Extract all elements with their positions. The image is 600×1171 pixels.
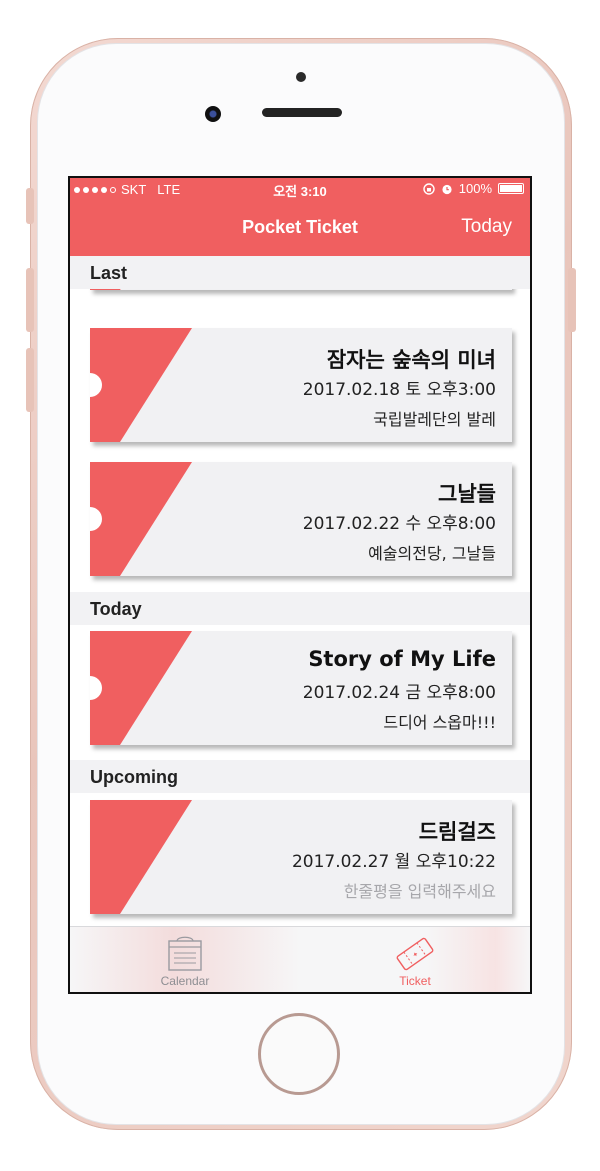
power-button [568,268,576,332]
volume-down-button [26,348,34,412]
ticket-card[interactable]: 그날들 2017.02.22 수 오후8:00 예술의전당, 그날들 [90,462,512,576]
navigation-bar: Pocket Ticket Today [70,200,530,256]
tab-bar: Calendar ✦ Ticket [70,926,530,992]
battery-icon [498,183,524,194]
section-header-last: Last [70,256,530,289]
ticket-note-input[interactable]: 한줄평을 입력해주세요 [344,878,496,902]
today-button[interactable]: Today [461,216,512,238]
section-header-today: Today [70,592,530,625]
ticket-title: 드림걸즈 [418,820,496,844]
ticket-title: 그날들 [438,482,496,506]
front-camera [205,106,221,122]
ticket-date: 2017.02.27 월 오후10:22 [291,852,496,872]
home-button[interactable] [258,1013,340,1095]
section-header-upcoming: Upcoming [70,760,530,793]
status-right: 100% [423,181,524,196]
volume-up-button [26,268,34,332]
ticket-card[interactable]: Story of My Life 2017.02.24 금 오후8:00 드디어… [90,631,512,745]
ticket-title: 잠자는 숲속의 미녀 [326,348,496,372]
ticket-title: Story of My Life [308,647,496,671]
ticket-date: 2017.02.18 토 오후3:00 [302,380,496,400]
tab-calendar[interactable]: Calendar [70,927,300,992]
alarm-icon [442,184,452,194]
mute-switch [26,188,34,224]
ticket-note: 국립발레단의 발레 [373,410,496,429]
status-bar: SKT LTE 오전 3:10 100% [70,178,530,200]
battery-percent: 100% [458,181,492,196]
calendar-icon [168,936,202,971]
app-display: SKT LTE 오전 3:10 100% Pocket Ticket Today [70,178,530,992]
ticket-note: 예술의전당, 그날들 [368,544,496,563]
orientation-lock-icon [423,182,435,195]
svg-text:✦: ✦ [411,950,421,960]
ticket-card[interactable]: 잠자는 숲속의 미녀 2017.02.18 토 오후3:00 국립발레단의 발레 [90,328,512,442]
ticket-date: 2017.02.22 수 오후8:00 [302,514,496,534]
ticket-card[interactable]: 드림걸즈 2017.02.27 월 오후10:22 한줄평을 입력해주세요 [90,800,512,914]
earpiece-speaker [262,108,342,117]
ticket-note: 드디어 스옵마!!! [383,713,496,732]
tab-ticket[interactable]: ✦ Ticket [300,927,530,992]
proximity-sensor [296,72,306,82]
tab-calendar-label: Calendar [160,974,210,988]
screen: SKT LTE 오전 3:10 100% Pocket Ticket Today [68,176,532,994]
ticket-date: 2017.02.24 금 오후8:00 [302,683,496,703]
tab-ticket-label: Ticket [399,974,431,988]
ticket-list[interactable]: Last 잠자는 숲속의 미녀 2017.02.18 토 오후3:00 국립발레… [70,256,530,926]
ticket-icon: ✦ [396,937,434,971]
